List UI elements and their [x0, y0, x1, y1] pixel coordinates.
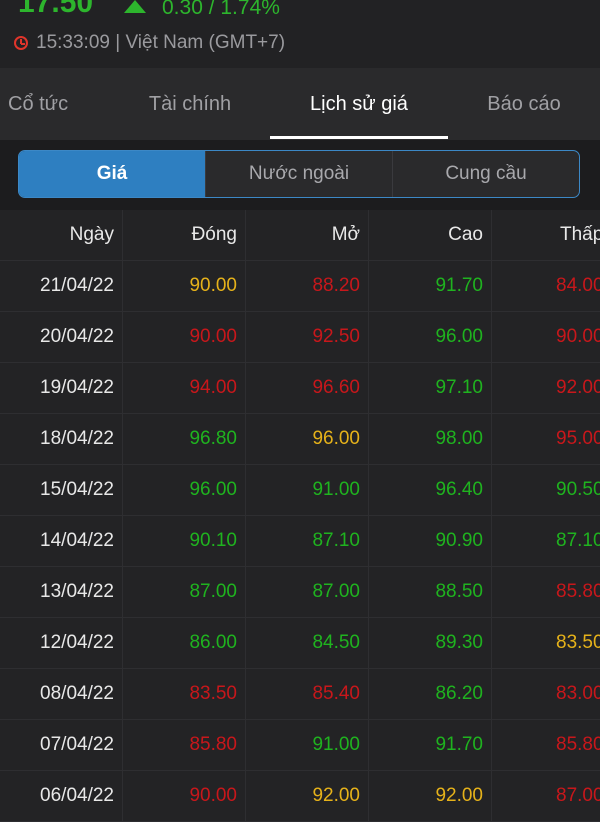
cell-date: 15/04/22: [40, 479, 114, 500]
cell-date: 19/04/22: [40, 377, 114, 398]
cell-low: 87.00: [491, 771, 600, 821]
cell-high: 96.00: [368, 312, 491, 362]
tab-finance[interactable]: Tài chính: [130, 68, 250, 140]
cell-high: 92.00: [368, 771, 491, 821]
cell-low: 90.50: [491, 465, 600, 515]
table-row[interactable]: 19/04/22 94.00 96.60 97.10 92.00: [0, 363, 600, 414]
cell-open: 87.10: [245, 516, 368, 566]
timestamp-row: 15:33:09 | Việt Nam (GMT+7): [14, 31, 285, 55]
cell-close: 96.00: [122, 465, 245, 515]
table-header-row: Ngày Đóng Mở Cao Thấp: [0, 210, 600, 261]
cell-low: 83.00: [491, 669, 600, 719]
cell-close: 90.10: [122, 516, 245, 566]
cell-open: 85.40: [245, 669, 368, 719]
cell-open: 91.00: [245, 720, 368, 770]
cell-open: 92.00: [245, 771, 368, 821]
timestamp: 15:33:09 | Việt Nam (GMT+7): [36, 32, 286, 53]
segment-foreign[interactable]: Nước ngoài: [205, 151, 392, 197]
cell-open: 96.60: [245, 363, 368, 413]
table-row[interactable]: 14/04/22 90.10 87.10 90.90 87.10: [0, 516, 600, 567]
cell-close: 94.00: [122, 363, 245, 413]
segment-price[interactable]: Giá: [19, 151, 205, 197]
cell-close: 90.00: [122, 312, 245, 362]
cell-open: 92.50: [245, 312, 368, 362]
cell-close: 85.80: [122, 720, 245, 770]
cell-date: 12/04/22: [40, 632, 114, 653]
cell-low: 87.10: [491, 516, 600, 566]
cell-open: 96.00: [245, 414, 368, 464]
cell-date: 20/04/22: [40, 326, 114, 347]
table-row[interactable]: 07/04/22 85.80 91.00 91.70 85.80: [0, 720, 600, 771]
cell-high: 98.00: [368, 414, 491, 464]
tab-bar: Cổ tức Tài chính Lịch sử giá Báo cáo: [0, 68, 600, 140]
table-row[interactable]: 15/04/22 96.00 91.00 96.40 90.50: [0, 465, 600, 516]
segment-control: Giá Nước ngoài Cung cầu: [18, 150, 580, 198]
segment-supply-demand[interactable]: Cung cầu: [392, 151, 579, 197]
cell-open: 84.50: [245, 618, 368, 668]
column-header-high: Cao: [368, 210, 491, 260]
table-row[interactable]: 21/04/22 90.00 88.20 91.70 84.00: [0, 261, 600, 312]
cell-close: 90.00: [122, 261, 245, 311]
table-row[interactable]: 08/04/22 83.50 85.40 86.20 83.00: [0, 669, 600, 720]
column-header-date: Ngày: [69, 224, 114, 245]
current-price: 17.50: [18, 0, 94, 19]
column-header-close: Đóng: [122, 210, 245, 260]
cell-date: 06/04/22: [40, 785, 114, 806]
cell-low: 95.00: [491, 414, 600, 464]
column-header-open: Mở: [245, 210, 368, 260]
cell-close: 87.00: [122, 567, 245, 617]
cell-high: 91.70: [368, 261, 491, 311]
active-tab-indicator: [270, 136, 448, 139]
cell-close: 86.00: [122, 618, 245, 668]
cell-high: 90.90: [368, 516, 491, 566]
table-row[interactable]: 06/04/22 90.00 92.00 92.00 87.00: [0, 771, 600, 822]
price-history-table: Ngày Đóng Mở Cao Thấp 21/04/22 90.00 88.20…: [0, 210, 600, 822]
cell-date: 18/04/22: [40, 428, 114, 449]
cell-low: 92.00: [491, 363, 600, 413]
cell-date: 21/04/22: [40, 275, 114, 296]
cell-high: 86.20: [368, 669, 491, 719]
cell-open: 88.20: [245, 261, 368, 311]
cell-date: 13/04/22: [40, 581, 114, 602]
clock-icon: [14, 36, 28, 50]
cell-date: 14/04/22: [40, 530, 114, 551]
table-row[interactable]: 13/04/22 87.00 87.00 88.50 85.80: [0, 567, 600, 618]
cell-date: 07/04/22: [40, 734, 114, 755]
cell-high: 88.50: [368, 567, 491, 617]
cell-open: 91.00: [245, 465, 368, 515]
cell-open: 87.00: [245, 567, 368, 617]
tab-price-history[interactable]: Lịch sử giá: [270, 68, 448, 140]
cell-low: 83.50: [491, 618, 600, 668]
cell-close: 96.80: [122, 414, 245, 464]
cell-close: 83.50: [122, 669, 245, 719]
tab-dividends[interactable]: Cổ tức: [0, 68, 88, 140]
tab-reports[interactable]: Báo cáo: [470, 68, 578, 140]
column-header-low: Thấp: [491, 210, 600, 260]
cell-date: 08/04/22: [40, 683, 114, 704]
cell-high: 89.30: [368, 618, 491, 668]
up-arrow-icon: [124, 0, 146, 13]
cell-high: 91.70: [368, 720, 491, 770]
cell-high: 96.40: [368, 465, 491, 515]
price-change: 0.30 / 1.74%: [162, 0, 280, 19]
cell-high: 97.10: [368, 363, 491, 413]
cell-low: 85.80: [491, 720, 600, 770]
cell-low: 84.00: [491, 261, 600, 311]
table-row[interactable]: 20/04/22 90.00 92.50 96.00 90.00: [0, 312, 600, 363]
table-row[interactable]: 12/04/22 86.00 84.50 89.30 83.50: [0, 618, 600, 669]
table-row[interactable]: 18/04/22 96.80 96.00 98.00 95.00: [0, 414, 600, 465]
cell-close: 90.00: [122, 771, 245, 821]
cell-low: 85.80: [491, 567, 600, 617]
stock-header: 17.50 0.30 / 1.74% 15:33:09 | Việt Nam (…: [0, 0, 600, 68]
cell-low: 90.00: [491, 312, 600, 362]
